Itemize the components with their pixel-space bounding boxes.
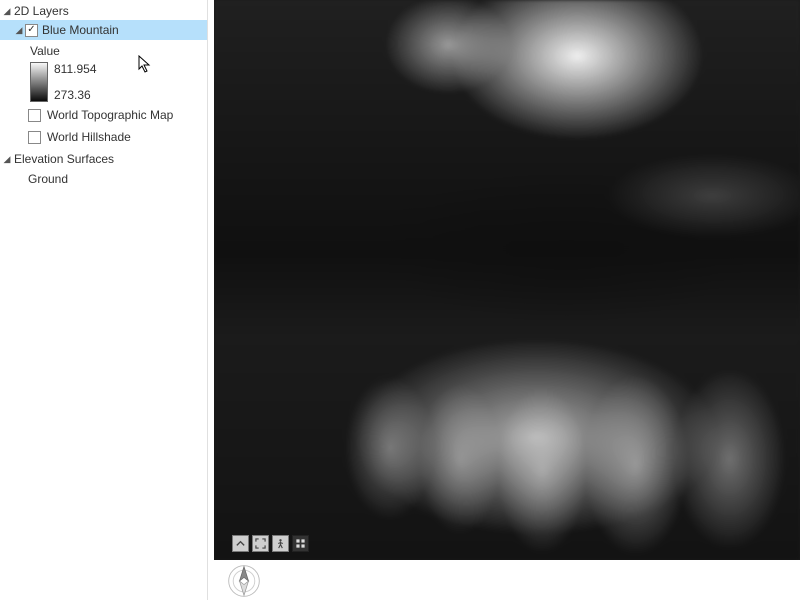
layer-visibility-checkbox[interactable] — [25, 24, 38, 37]
layer-world-topographic[interactable]: World Topographic Map — [0, 104, 207, 126]
caret-up-icon — [235, 538, 246, 549]
terrain-raster — [214, 0, 800, 560]
pedestrian-icon — [275, 538, 286, 549]
layer-visibility-checkbox[interactable] — [28, 109, 41, 122]
view-mode-button[interactable] — [292, 535, 309, 552]
color-ramp: 811.954 273.36 — [30, 62, 207, 102]
ramp-high-value: 811.954 — [54, 62, 97, 76]
group-label: 2D Layers — [14, 4, 69, 18]
grid-icon — [295, 538, 306, 549]
full-extent-button[interactable] — [252, 535, 269, 552]
layer-blue-mountain[interactable]: ◢ Blue Mountain — [0, 20, 207, 40]
symbology-title: Value — [30, 42, 207, 60]
ramp-swatch — [30, 62, 48, 102]
group-elevation-surfaces[interactable]: ◢ Elevation Surfaces — [0, 150, 207, 168]
group-label: Elevation Surfaces — [14, 152, 114, 166]
map-canvas[interactable] — [214, 0, 800, 560]
full-extent-icon — [255, 538, 266, 549]
map-view[interactable] — [208, 0, 800, 600]
layer-visibility-checkbox[interactable] — [28, 131, 41, 144]
elevation-item-label: Ground — [28, 172, 68, 186]
elevation-ground[interactable]: Ground — [0, 168, 207, 190]
layer-label: Blue Mountain — [42, 23, 119, 37]
explore-button[interactable] — [232, 535, 249, 552]
collapse-arrow-icon: ◢ — [2, 6, 12, 16]
layer-world-hillshade[interactable]: World Hillshade — [0, 126, 207, 148]
layers-panel: ◢ 2D Layers ◢ Blue Mountain Value 811.95… — [0, 0, 208, 600]
layer-label: World Hillshade — [47, 130, 131, 144]
map-footer — [214, 562, 800, 600]
navigator-toolbar — [232, 535, 309, 552]
ramp-low-value: 273.36 — [54, 88, 97, 102]
north-arrow-icon — [226, 563, 262, 599]
collapse-arrow-icon: ◢ — [2, 154, 12, 164]
pedestrian-view-button[interactable] — [272, 535, 289, 552]
layer-label: World Topographic Map — [47, 108, 173, 122]
layer-symbology: Value 811.954 273.36 — [0, 40, 207, 104]
collapse-arrow-icon: ◢ — [14, 25, 24, 35]
group-2d-layers[interactable]: ◢ 2D Layers — [0, 2, 207, 20]
